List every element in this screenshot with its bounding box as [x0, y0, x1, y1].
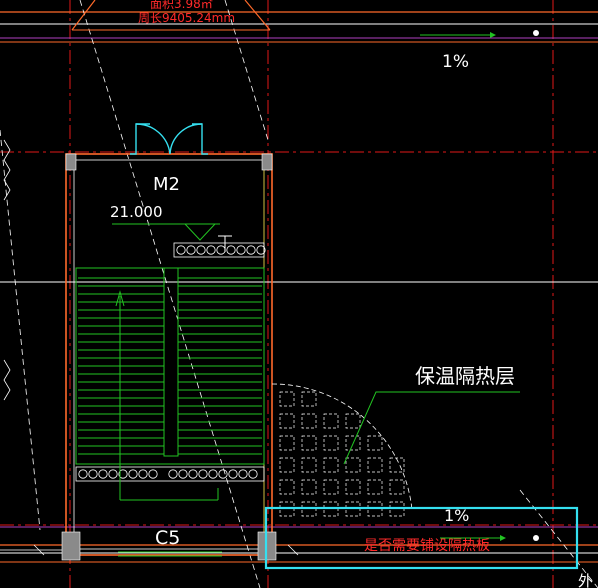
insulation-cell [301, 413, 317, 429]
baluster [248, 469, 258, 479]
baluster [236, 245, 246, 255]
insulation-label: 保温隔热层 [415, 364, 515, 388]
slope-label-top: 1% [442, 52, 469, 72]
baluster [198, 469, 208, 479]
baluster [108, 469, 118, 479]
window-tag: C5 [155, 527, 180, 549]
elevation-label: 21.000 [110, 203, 163, 221]
door-m2 [130, 123, 208, 155]
baluster [216, 245, 226, 255]
baluster [246, 245, 256, 255]
baluster [196, 245, 206, 255]
insulation-cell [323, 479, 339, 495]
wall-columns [61, 153, 277, 561]
baluster [226, 245, 236, 255]
edge-text: 外 [578, 572, 593, 588]
baluster [188, 469, 198, 479]
perimeter-note: 周长9405.24mm [138, 11, 235, 25]
door-tag: M2 [153, 174, 180, 195]
baluster [206, 245, 216, 255]
insulation-cell [345, 479, 361, 495]
insulation-cell [345, 457, 361, 473]
area-note: 面积3.98㎡ [150, 0, 213, 11]
insulation-cell [279, 391, 295, 407]
baluster [178, 469, 188, 479]
baluster [168, 469, 178, 479]
elevation-marker [112, 223, 220, 241]
baluster [128, 469, 138, 479]
t-marker [218, 235, 232, 252]
baluster [208, 469, 218, 479]
stair-room-walls [65, 153, 273, 556]
top-wall-lines [0, 11, 598, 43]
baluster [238, 469, 248, 479]
left-edge-marks [3, 139, 11, 401]
baluster-row-bottom [75, 466, 265, 482]
insulation-cell [301, 457, 317, 473]
insulation-cell [301, 435, 317, 451]
baluster [148, 469, 158, 479]
insulation-cell [279, 435, 295, 451]
insulation-cell [367, 457, 383, 473]
baluster-row-top [173, 242, 266, 258]
baluster [176, 245, 186, 255]
insulation-cell [301, 479, 317, 495]
insulation-cell [279, 479, 295, 495]
question-note: 是否需要铺设隔热板 [364, 538, 490, 554]
stair-treads [78, 277, 262, 455]
insulation-cell [279, 413, 295, 429]
baluster [88, 469, 98, 479]
bottom-wall-lines [0, 526, 598, 563]
baluster [228, 469, 238, 479]
insulation-zone [271, 383, 413, 517]
insulation-cell [367, 435, 383, 451]
insulation-cell [279, 457, 295, 473]
insulation-cell [323, 435, 339, 451]
insulation-cell [389, 479, 405, 495]
insulation-cell [323, 457, 339, 473]
slope-arrow-top [420, 30, 539, 38]
stair-outline [75, 267, 265, 501]
baluster [138, 469, 148, 479]
baluster [98, 469, 108, 479]
baluster [78, 469, 88, 479]
cad-drawing-canvas: 面积3.98㎡ 周长9405.24mm 1% M2 21.000 C5 保温隔热… [0, 0, 598, 588]
baluster [218, 469, 228, 479]
insulation-cell [345, 413, 361, 429]
insulation-cell [323, 413, 339, 429]
insulation-cell [367, 479, 383, 495]
insulation-cell [301, 391, 317, 407]
baluster [186, 245, 196, 255]
insulation-leader [343, 391, 520, 465]
